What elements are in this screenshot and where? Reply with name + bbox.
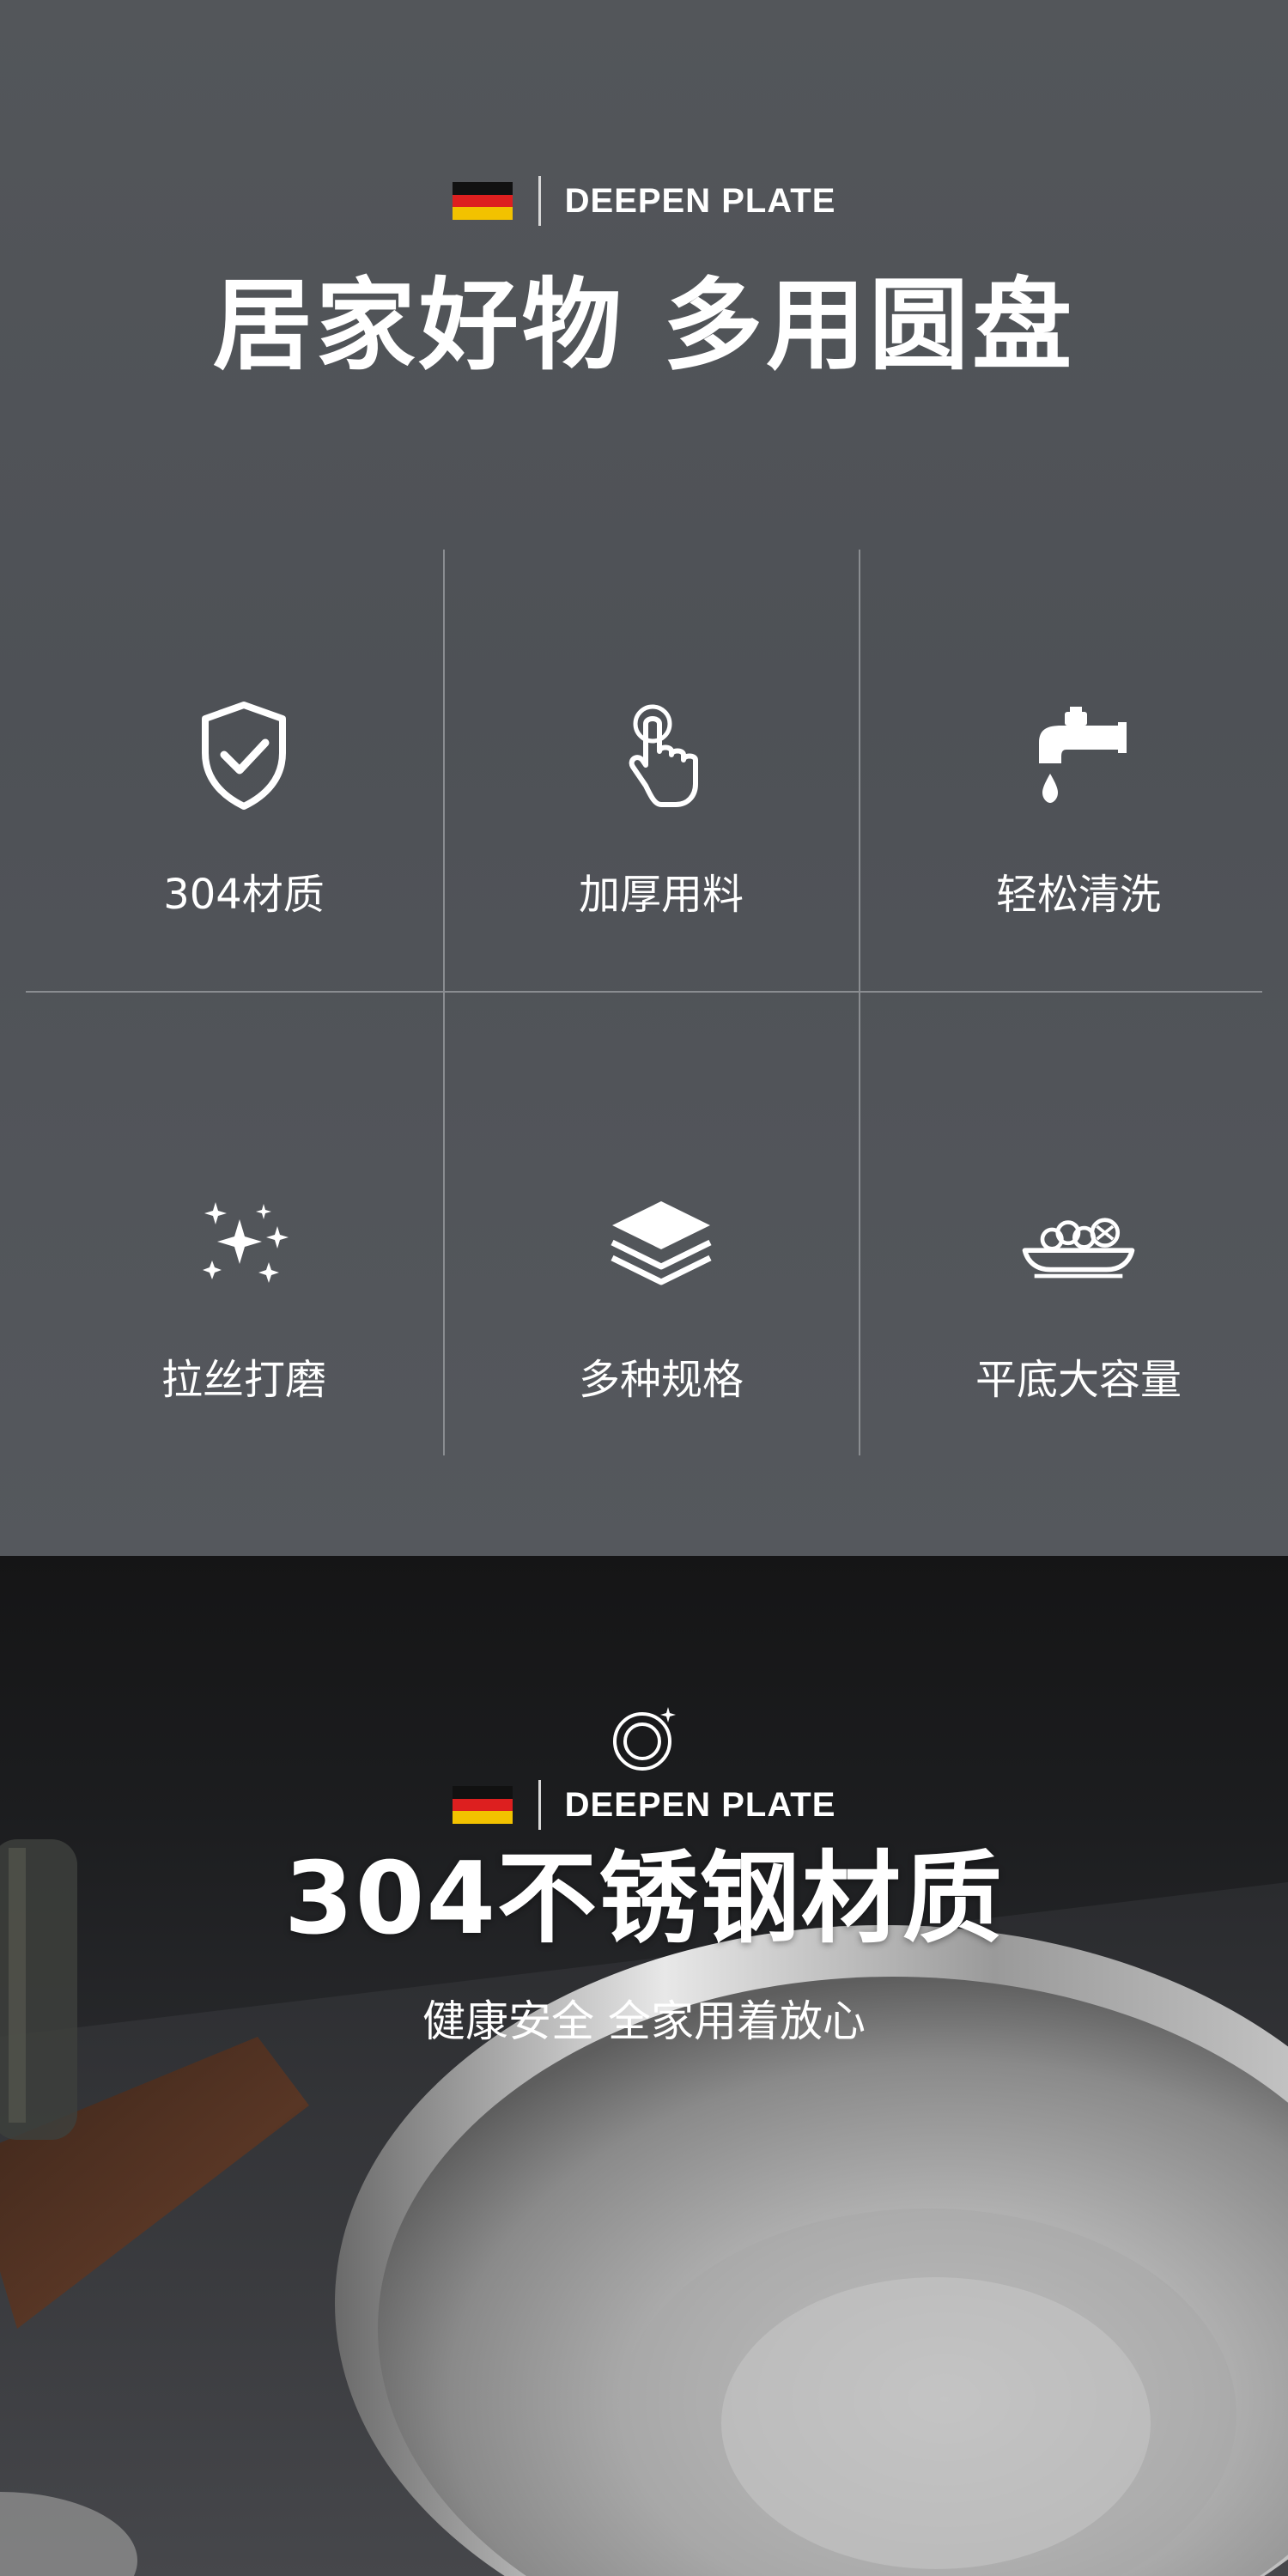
grid-divider [26, 991, 1262, 993]
water-tap-icon [1018, 696, 1139, 816]
brand-divider [538, 1780, 541, 1830]
section-title: 居家好物 多用圆盘 [212, 268, 1076, 384]
brand-divider [538, 176, 541, 226]
food-plate-icon [1018, 1181, 1139, 1301]
feature-item: 平底大容量 [872, 1181, 1285, 1406]
feature-item: 加厚用料 [455, 696, 867, 920]
section-subtitle: 健康安全 全家用着放心 [422, 1996, 866, 2046]
brand-header: DEEPEN PLATE [0, 1779, 1288, 1831]
feature-grid: 304材质 加厚用料 轻松清洗 拉丝打磨 多种规格 平底大容量 [26, 550, 1262, 1455]
feature-label: 多种规格 [578, 1356, 744, 1404]
sparkles-icon [184, 1181, 304, 1301]
brand-name: DEEPEN PLATE [564, 181, 836, 220]
feature-label: 304材质 [163, 871, 325, 919]
brand-header: DEEPEN PLATE [0, 175, 1288, 227]
german-flag-icon [452, 182, 513, 221]
feature-item: 304材质 [38, 696, 450, 920]
feature-label: 平底大容量 [975, 1356, 1182, 1404]
material-section: DEEPEN PLATE 304不锈钢材质 健康安全 全家用着放心 [0, 1556, 1288, 2576]
layers-icon [601, 1181, 721, 1301]
product-detail-page: DEEPEN PLATE 居家好物 多用圆盘 304材质 加厚用料 轻松清洗 拉… [0, 0, 1288, 2576]
feature-item: 拉丝打磨 [38, 1181, 450, 1406]
feature-label: 拉丝打磨 [161, 1356, 326, 1404]
feature-item: 多种规格 [455, 1181, 867, 1406]
finger-touch-icon [601, 696, 721, 816]
shield-check-icon [184, 696, 304, 816]
german-flag-icon [452, 1786, 513, 1825]
brand-name: DEEPEN PLATE [564, 1785, 836, 1824]
feature-label: 轻松清洗 [995, 871, 1161, 919]
feature-section: DEEPEN PLATE 居家好物 多用圆盘 304材质 加厚用料 轻松清洗 拉… [0, 0, 1288, 1556]
shiny-plate-icon [610, 1704, 680, 1774]
feature-item: 轻松清洗 [872, 696, 1285, 920]
feature-label: 加厚用料 [578, 871, 744, 919]
section-title: 304不锈钢材质 [283, 1841, 1005, 1957]
